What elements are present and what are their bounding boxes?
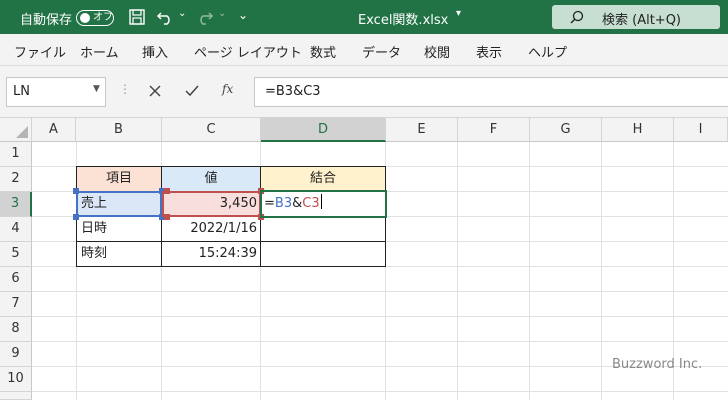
row-header-5[interactable]: 5: [0, 242, 32, 267]
column-header-e[interactable]: E: [386, 118, 458, 142]
formula-ref-b3: B3: [274, 196, 293, 211]
undo-icon[interactable]: [156, 8, 174, 26]
file-title-dropdown-icon[interactable]: ▾: [456, 8, 461, 19]
undo-dropdown-icon[interactable]: ⌄: [178, 8, 186, 19]
row-header-3[interactable]: 3: [0, 192, 32, 217]
row-header-1[interactable]: 1: [0, 142, 32, 167]
cancel-icon[interactable]: [148, 84, 162, 98]
autosave-toggle[interactable]: オフ: [76, 10, 114, 26]
save-icon[interactable]: [128, 8, 146, 26]
tab-data[interactable]: データ: [362, 42, 401, 61]
ref-handle[interactable]: [164, 188, 170, 194]
gridline: [32, 391, 728, 392]
cell-c2[interactable]: 値: [161, 166, 261, 192]
tab-review[interactable]: 校閲: [424, 42, 450, 61]
ribbon-tabs: ファイル ホーム 挿入 ページ レイアウト 数式 データ 校閲 表示 ヘルプ: [0, 34, 728, 66]
formula-bar-grip-icon: ⋮: [119, 82, 131, 96]
cell-b5[interactable]: 時刻: [76, 241, 162, 267]
cell-b4[interactable]: 日時: [76, 216, 162, 242]
column-header-b[interactable]: B: [76, 118, 162, 142]
column-header-i[interactable]: I: [674, 118, 728, 142]
enter-icon[interactable]: [184, 84, 200, 98]
insert-function-icon[interactable]: fx: [222, 82, 233, 96]
name-box-value: LN: [13, 84, 30, 99]
column-header-a[interactable]: A: [32, 118, 76, 142]
cell-b2[interactable]: 項目: [76, 166, 162, 192]
row-header-4[interactable]: 4: [0, 217, 32, 242]
title-bar: 自動保存 オフ ⌄ ⌄ ⌄ Excel関数.xlsx ▾ 検索 (Alt+Q): [0, 0, 728, 34]
formula-input[interactable]: =B3&C3: [254, 77, 728, 107]
cell-d5[interactable]: [260, 241, 386, 267]
name-box[interactable]: LN ▼: [6, 77, 106, 107]
file-title: Excel関数.xlsx: [358, 13, 449, 28]
cell-c4[interactable]: 2022/1/16: [161, 216, 261, 242]
column-header-g[interactable]: G: [530, 118, 602, 142]
formula-bar: LN ▼ ⋮ fx =B3&C3: [0, 66, 728, 118]
ref-handle[interactable]: [258, 214, 264, 220]
ref-handle[interactable]: [73, 214, 79, 220]
select-all-corner[interactable]: [0, 118, 32, 142]
row-header-11[interactable]: [0, 392, 32, 400]
gridline: [529, 142, 530, 400]
column-header-d[interactable]: D: [261, 118, 386, 142]
row-header-10[interactable]: 10: [0, 367, 32, 392]
row-header-9[interactable]: 9: [0, 342, 32, 367]
tab-file[interactable]: ファイル: [14, 42, 66, 61]
row-header-6[interactable]: 6: [0, 267, 32, 292]
cell-b3[interactable]: 売上: [76, 191, 162, 217]
cell-c5[interactable]: 15:24:39: [161, 241, 261, 267]
cell-d4[interactable]: [260, 216, 386, 242]
formula-text: =B3&C3: [265, 84, 321, 99]
gridline: [457, 142, 458, 400]
redo-dropdown-icon: ⌄: [218, 8, 227, 19]
tab-insert[interactable]: 挿入: [142, 42, 168, 61]
toggle-knob: [80, 13, 90, 23]
autosave-label: 自動保存: [20, 13, 73, 28]
tab-help[interactable]: ヘルプ: [528, 42, 567, 61]
search-box[interactable]: 検索 (Alt+Q): [552, 5, 720, 29]
column-header-f[interactable]: F: [458, 118, 530, 142]
ref-handle[interactable]: [258, 188, 264, 194]
tab-formulas[interactable]: 数式: [310, 42, 336, 61]
redo-icon: [200, 12, 214, 25]
ref-handle[interactable]: [164, 214, 170, 220]
formula-ampersand: &: [292, 196, 303, 211]
autosave-state: オフ: [93, 12, 113, 23]
cell-d3[interactable]: =B3&C3: [260, 191, 386, 217]
row-header-8[interactable]: 8: [0, 317, 32, 342]
column-header-c[interactable]: C: [162, 118, 261, 142]
tab-home[interactable]: ホーム: [80, 42, 119, 61]
select-all-icon: [16, 126, 28, 138]
text-cursor: [320, 194, 322, 209]
row-header-7[interactable]: 7: [0, 292, 32, 317]
formula-ref-c3: C3: [302, 196, 320, 211]
name-box-dropdown-icon[interactable]: ▼: [93, 84, 100, 94]
search-placeholder: 検索 (Alt+Q): [602, 13, 682, 28]
gridline: [32, 341, 728, 342]
watermark: Buzzword Inc.: [612, 357, 703, 372]
row-header-2[interactable]: 2: [0, 167, 32, 192]
gridline: [32, 291, 728, 292]
customize-qat-icon[interactable]: ⌄: [238, 8, 248, 22]
column-header-h[interactable]: H: [602, 118, 674, 142]
cell-c3[interactable]: 3,450: [161, 191, 261, 217]
gridline: [32, 316, 728, 317]
formula-equals: =: [264, 196, 275, 211]
cell-d2[interactable]: 結合: [260, 166, 386, 192]
tab-view[interactable]: 表示: [476, 42, 502, 61]
gridline: [601, 142, 602, 400]
tab-page-layout[interactable]: ページ レイアウト: [194, 42, 302, 61]
ref-handle[interactable]: [73, 188, 79, 194]
search-icon: [570, 10, 584, 24]
